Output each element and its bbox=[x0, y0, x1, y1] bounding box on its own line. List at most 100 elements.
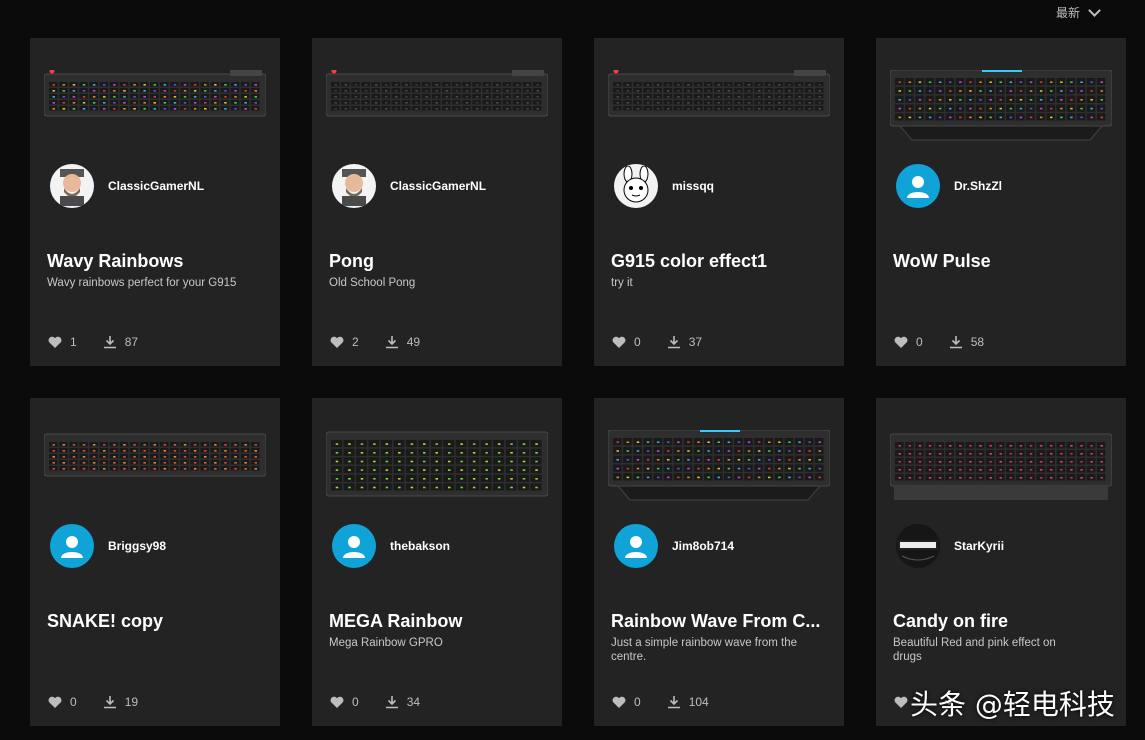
sort-dropdown[interactable]: 最新 bbox=[1056, 3, 1101, 21]
download-button[interactable]: 49 bbox=[385, 335, 420, 349]
profile-card[interactable]: missqq G915 color effect1 try it 0 37 bbox=[594, 38, 844, 366]
keyboard-preview-image bbox=[890, 430, 1112, 502]
username[interactable]: ClassicGamerNL bbox=[390, 179, 486, 193]
heart-icon bbox=[48, 336, 62, 348]
download-icon bbox=[667, 696, 680, 709]
download-icon bbox=[103, 696, 116, 709]
author[interactable]: missqq bbox=[614, 164, 714, 208]
profile-description: Wavy rainbows perfect for your G915 bbox=[47, 277, 237, 289]
avatar[interactable] bbox=[332, 164, 376, 208]
profile-card[interactable]: Briggsy98 SNAKE! copy 0 19 bbox=[30, 398, 280, 726]
username[interactable]: ClassicGamerNL bbox=[108, 179, 204, 193]
profile-title[interactable]: MEGA Rainbow bbox=[329, 611, 549, 632]
download-button[interactable]: 37 bbox=[667, 335, 702, 349]
keyboard-preview-image bbox=[608, 70, 830, 142]
keyboard-preview-image bbox=[608, 430, 830, 502]
heart-icon bbox=[894, 696, 908, 708]
keyboard-preview-image bbox=[890, 70, 1112, 142]
avatar[interactable] bbox=[614, 524, 658, 568]
heart-icon bbox=[612, 696, 626, 708]
like-button[interactable]: 0 bbox=[612, 695, 641, 709]
watermark: 头条 @轻电科技 bbox=[910, 688, 1115, 721]
profile-title[interactable]: Rainbow Wave From C... bbox=[611, 611, 831, 632]
download-button[interactable]: 58 bbox=[949, 335, 984, 349]
download-count: 19 bbox=[124, 695, 139, 709]
profile-title[interactable]: WoW Pulse bbox=[893, 251, 1113, 272]
user-icon bbox=[61, 536, 83, 558]
sort-label: 最新 bbox=[1056, 6, 1081, 20]
profile-title[interactable]: G915 color effect1 bbox=[611, 251, 831, 272]
keyboard-preview-image bbox=[326, 430, 548, 502]
profile-card[interactable]: ClassicGamerNL Wavy Rainbows Wavy rainbows… bbox=[30, 38, 280, 366]
profile-stats: 0 104 bbox=[612, 695, 709, 709]
profile-card[interactable]: Jim8ob714 Rainbow Wave From C... Just a si… bbox=[594, 398, 844, 726]
profile-description: Just a simple rainbow wave from the cent… bbox=[611, 637, 797, 663]
keyboard-preview-image bbox=[44, 430, 266, 502]
author[interactable]: Dr.ShzZl bbox=[896, 164, 1002, 208]
download-button[interactable]: 19 bbox=[103, 695, 138, 709]
like-button[interactable]: 0 bbox=[894, 335, 923, 349]
profile-stats: 0 34 bbox=[330, 695, 420, 709]
download-icon bbox=[667, 336, 680, 349]
like-count: 0 bbox=[916, 335, 923, 349]
profile-title[interactable]: Pong bbox=[329, 251, 549, 272]
profile-card[interactable]: ClassicGamerNL Pong Old School Pong 2 49 bbox=[312, 38, 562, 366]
username[interactable]: Dr.ShzZl bbox=[954, 179, 1002, 193]
author[interactable]: ClassicGamerNL bbox=[332, 164, 486, 208]
user-icon bbox=[60, 169, 84, 206]
like-button[interactable]: 0 bbox=[48, 695, 77, 709]
user-icon bbox=[342, 169, 366, 206]
like-button[interactable]: 2 bbox=[330, 335, 359, 349]
author[interactable]: ClassicGamerNL bbox=[50, 164, 204, 208]
keyboard-preview-image bbox=[326, 70, 548, 142]
profile-title[interactable]: Wavy Rainbows bbox=[47, 251, 267, 272]
profile-card[interactable]: StarKyrii Candy on fire Beautiful Red and … bbox=[876, 398, 1126, 726]
like-button[interactable]: 0 bbox=[612, 335, 641, 349]
user-icon bbox=[343, 536, 365, 558]
like-count: 0 bbox=[634, 695, 641, 709]
avatar[interactable] bbox=[50, 524, 94, 568]
download-icon bbox=[103, 336, 116, 349]
username[interactable]: Briggsy98 bbox=[108, 539, 166, 553]
user-icon bbox=[625, 536, 647, 558]
author[interactable]: StarKyrii bbox=[896, 524, 1004, 568]
avatar[interactable] bbox=[896, 524, 940, 568]
username[interactable]: missqq bbox=[672, 179, 714, 193]
author[interactable]: Briggsy98 bbox=[50, 524, 166, 568]
username[interactable]: StarKyrii bbox=[954, 539, 1004, 553]
user-icon bbox=[898, 540, 938, 561]
heart-icon bbox=[48, 696, 62, 708]
download-icon bbox=[385, 696, 398, 709]
like-count: 0 bbox=[352, 695, 359, 709]
author[interactable]: Jim8ob714 bbox=[614, 524, 734, 568]
heart-icon bbox=[330, 696, 344, 708]
download-button[interactable]: 34 bbox=[385, 695, 420, 709]
avatar[interactable] bbox=[614, 164, 658, 208]
download-count: 37 bbox=[688, 335, 703, 349]
heart-icon bbox=[894, 336, 908, 348]
like-button[interactable]: 1 bbox=[48, 335, 77, 349]
profile-stats: 0 58 bbox=[894, 335, 984, 349]
avatar[interactable] bbox=[896, 164, 940, 208]
like-count: 0 bbox=[70, 695, 77, 709]
user-icon bbox=[907, 176, 929, 198]
avatar[interactable] bbox=[332, 524, 376, 568]
profile-title[interactable]: SNAKE! copy bbox=[47, 611, 267, 632]
profile-stats: 2 49 bbox=[330, 335, 420, 349]
username[interactable]: thebakson bbox=[390, 539, 450, 553]
author[interactable]: thebakson bbox=[332, 524, 450, 568]
chevron-down-icon bbox=[1088, 3, 1101, 17]
profile-title[interactable]: Candy on fire bbox=[893, 611, 1113, 632]
username[interactable]: Jim8ob714 bbox=[672, 539, 734, 553]
download-button[interactable]: 87 bbox=[103, 335, 138, 349]
download-count: 34 bbox=[406, 695, 421, 709]
like-button[interactable]: 0 bbox=[330, 695, 359, 709]
profile-card[interactable]: Dr.ShzZl WoW Pulse 0 58 bbox=[876, 38, 1126, 366]
profile-stats: 0 19 bbox=[48, 695, 138, 709]
profile-card[interactable]: thebakson MEGA Rainbow Mega Rainbow GPRO 0… bbox=[312, 398, 562, 726]
like-count: 2 bbox=[352, 335, 359, 349]
download-count: 49 bbox=[406, 335, 421, 349]
avatar[interactable] bbox=[50, 164, 94, 208]
download-icon bbox=[385, 336, 398, 349]
download-button[interactable]: 104 bbox=[667, 695, 709, 709]
